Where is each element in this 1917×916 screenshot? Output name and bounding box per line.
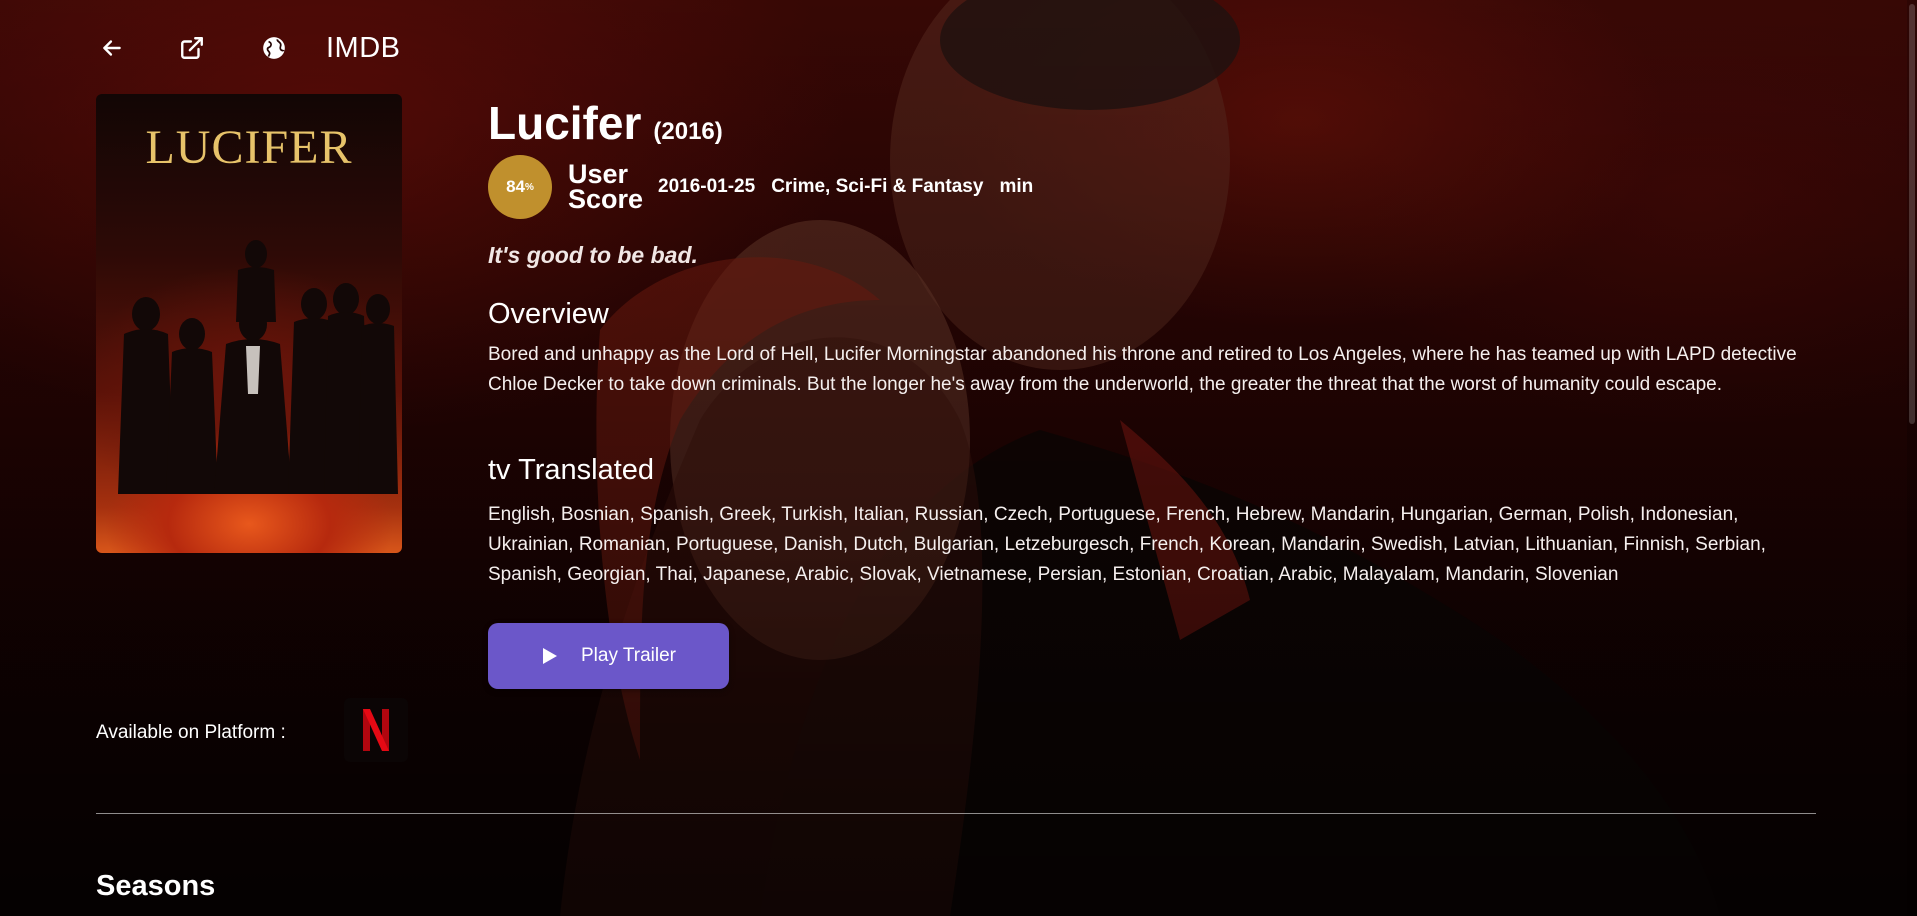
seasons-heading: Seasons: [96, 870, 216, 902]
overview-text: Bored and unhappy as the Lord of Hell, L…: [488, 344, 1797, 395]
play-icon: [542, 648, 557, 664]
scrollbar[interactable]: [1907, 0, 1917, 916]
top-toolbar: IMDB: [96, 28, 401, 68]
release-date: 2016-01-25: [658, 176, 756, 197]
globe-icon[interactable]: [258, 32, 290, 64]
section-divider: [96, 813, 1816, 814]
imdb-link[interactable]: IMDB: [326, 32, 401, 65]
release-year: (2016): [653, 118, 723, 145]
score-value: 84: [506, 177, 525, 196]
overview-heading: Overview: [488, 298, 609, 330]
scrollbar-thumb[interactable]: [1909, 4, 1915, 424]
user-score-badge: 84%: [488, 155, 552, 219]
user-score-label: User Score: [568, 159, 644, 214]
languages-list: English, Bosnian, Spanish, Greek, Turkis…: [488, 504, 1766, 585]
translated-heading: tv Translated: [488, 454, 655, 486]
runtime: min: [999, 176, 1034, 197]
external-link-icon[interactable]: [176, 32, 208, 64]
score-unit: %: [525, 181, 534, 193]
page-title: Lucifer: [488, 97, 642, 149]
arrow-left-icon[interactable]: [96, 32, 128, 64]
poster-image: LUCIFER: [96, 94, 402, 553]
meta-row: 84% User Score 2016-01-25 Crime, Sci-Fi …: [488, 154, 1033, 220]
genres: Crime, Sci-Fi & Fantasy: [771, 176, 984, 197]
netflix-logo-icon[interactable]: [344, 698, 408, 762]
tagline: It's good to be bad.: [488, 242, 698, 268]
play-trailer-button[interactable]: Play Trailer: [488, 623, 729, 689]
title-row: Lucifer (2016): [488, 96, 723, 150]
platform-label: Available on Platform :: [96, 722, 286, 743]
play-trailer-label: Play Trailer: [580, 645, 677, 666]
